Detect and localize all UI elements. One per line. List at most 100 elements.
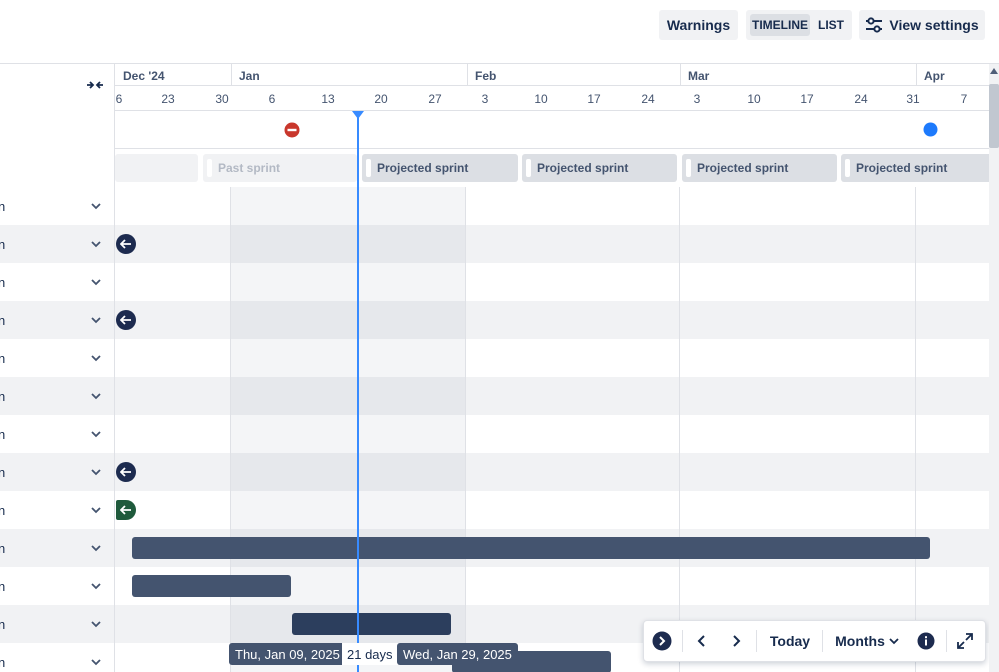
collapse-icon[interactable] (86, 78, 104, 92)
duration-tag: 21 days (342, 643, 398, 665)
issue-title: n (0, 389, 6, 404)
sliders-icon (866, 17, 883, 33)
issue-title: n (0, 655, 6, 670)
issue-row[interactable]: n (0, 263, 114, 301)
schedule-bar-selected[interactable] (292, 613, 451, 635)
issue-row[interactable]: n (0, 225, 114, 263)
view-settings-button[interactable]: View settings (859, 10, 985, 40)
chevron-right-icon (733, 635, 741, 647)
info-button[interactable] (914, 621, 938, 661)
day-label: 30 (215, 92, 229, 106)
sprint-notch (686, 159, 691, 177)
chevron-down-icon[interactable] (90, 391, 102, 401)
issue-row[interactable]: n (0, 605, 114, 643)
sprint-bar[interactable] (115, 154, 198, 182)
issue-row[interactable]: n (0, 377, 114, 415)
next-button[interactable] (724, 621, 748, 661)
scroll-to-item-button[interactable] (116, 462, 136, 482)
issue-title: n (0, 351, 6, 366)
month-gridline (679, 187, 680, 672)
chevron-down-icon[interactable] (90, 657, 102, 667)
sprint-notch (366, 159, 371, 177)
today-line (357, 111, 359, 672)
scroll-to-item-button[interactable] (116, 234, 136, 254)
sprint-bar-projected[interactable]: Projected sprint (841, 154, 989, 182)
day-label: 7 (960, 92, 968, 106)
issue-row[interactable]: n (0, 491, 114, 529)
day-label: 20 (374, 92, 388, 106)
issue-row[interactable]: n (0, 529, 114, 567)
timeline-nav-bar: Today Months (643, 620, 986, 662)
chevron-down-icon[interactable] (90, 619, 102, 629)
sprint-bar-past[interactable]: Past sprint (203, 154, 357, 182)
release-marker-icon[interactable] (923, 122, 938, 137)
month-separator (680, 64, 681, 85)
expand-panel-button[interactable] (650, 621, 674, 661)
fullscreen-button[interactable] (952, 621, 978, 661)
today-marker-icon (352, 111, 364, 119)
scroll-to-item-button[interactable] (116, 310, 136, 330)
info-icon (917, 632, 935, 650)
scroll-to-item-button[interactable] (116, 500, 136, 520)
expand-icon (957, 633, 973, 649)
chevron-down-icon[interactable] (90, 581, 102, 591)
day-label: 3 (481, 92, 489, 106)
nav-separator (756, 630, 757, 652)
chevron-down-icon[interactable] (90, 277, 102, 287)
day-label: 13 (321, 92, 335, 106)
previous-button[interactable] (690, 621, 714, 661)
view-mode-toggle: TIMELINE LIST (746, 10, 852, 40)
issue-row[interactable]: n (0, 567, 114, 605)
chevron-down-icon[interactable] (90, 505, 102, 515)
issue-row[interactable]: n (0, 643, 114, 672)
day-label: 10 (534, 92, 548, 106)
issue-row[interactable]: n (0, 453, 114, 491)
timeline-header: Dec '24 Jan Feb Mar Apr 6 23 30 6 13 20 … (115, 64, 999, 111)
month-label: Dec '24 (123, 69, 165, 83)
sprint-label: Projected sprint (856, 161, 948, 175)
month-label: Mar (688, 69, 710, 83)
chevron-down-icon[interactable] (90, 353, 102, 363)
zoom-level-label: Months (835, 633, 885, 649)
markers-row (115, 111, 999, 149)
issue-row[interactable]: n (0, 301, 114, 339)
arrow-left-icon (120, 315, 131, 325)
sprint-bar-projected[interactable]: Projected sprint (362, 154, 518, 182)
issue-title: n (0, 579, 6, 594)
issue-title: n (0, 541, 6, 556)
schedule-bar[interactable] (132, 575, 291, 597)
chevron-down-icon[interactable] (90, 201, 102, 211)
end-date-tag: Wed, Jan 29, 2025 (397, 643, 518, 665)
issue-title: n (0, 237, 6, 252)
issue-title: n (0, 617, 6, 632)
selected-range-shade (230, 187, 466, 672)
schedule-bar[interactable] (132, 537, 930, 559)
day-label: 6 (115, 92, 123, 106)
start-date-tag: Thu, Jan 09, 2025 (229, 643, 346, 665)
sprint-label: Projected sprint (697, 161, 789, 175)
issue-title: n (0, 275, 6, 290)
today-button[interactable]: Today (762, 621, 818, 661)
timeline-view-button[interactable]: TIMELINE (750, 14, 810, 36)
sprint-bar-projected[interactable]: Projected sprint (682, 154, 837, 182)
sprint-bar-projected[interactable]: Projected sprint (522, 154, 677, 182)
scrollbar-thumb[interactable] (989, 84, 999, 148)
vertical-scrollbar[interactable] (989, 64, 999, 672)
scroll-up-icon[interactable] (990, 68, 998, 74)
nav-separator (946, 630, 947, 652)
error-icon[interactable] (284, 122, 300, 138)
issue-row[interactable]: n (0, 187, 114, 225)
chevron-down-icon[interactable] (90, 429, 102, 439)
zoom-level-select[interactable]: Months (828, 621, 906, 661)
issue-row[interactable]: n (0, 415, 114, 453)
sprint-row: Past sprint Projected sprint Projected s… (115, 149, 989, 187)
chevron-down-icon[interactable] (90, 239, 102, 249)
chevron-down-icon[interactable] (90, 467, 102, 477)
chevron-down-icon[interactable] (90, 315, 102, 325)
issue-row[interactable]: n (0, 339, 114, 377)
chevron-down-icon[interactable] (90, 543, 102, 553)
day-label: 31 (906, 92, 920, 106)
list-view-button[interactable]: LIST (814, 14, 848, 36)
warnings-button[interactable]: Warnings (659, 10, 738, 40)
month-label: Apr (924, 69, 945, 83)
